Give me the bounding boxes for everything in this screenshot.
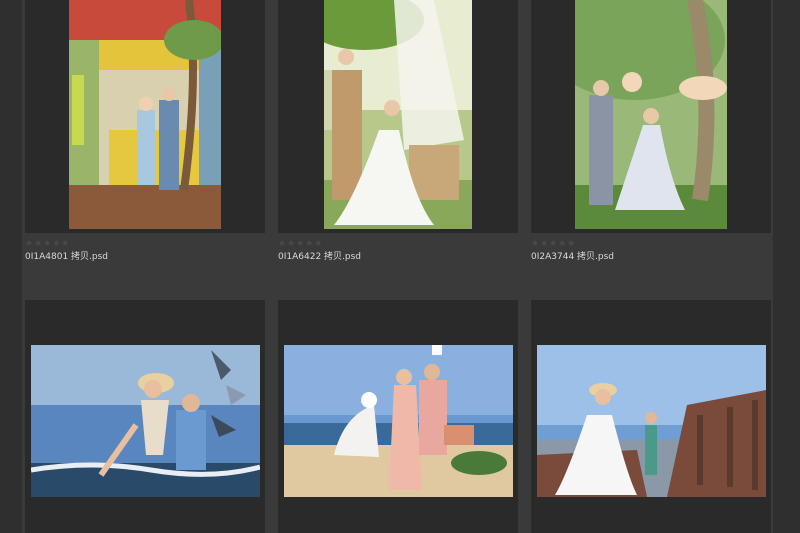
thumbnail-image[interactable] <box>575 0 727 229</box>
thumbnail-image[interactable] <box>284 345 513 497</box>
gallery-item[interactable] <box>25 0 265 233</box>
gallery-item[interactable] <box>25 300 265 533</box>
file-name: 0I1A6422 拷贝.psd <box>278 252 362 262</box>
file-name: 0I2A3744 拷贝.psd <box>531 252 615 262</box>
left-panel-edge <box>0 0 22 533</box>
gallery-item-meta: ★★★★★ 0I1A4801 拷贝.psd <box>25 239 265 263</box>
gallery-item-meta: ★★★★★ 0I2A3744 拷贝.psd <box>531 239 771 263</box>
thumbnail-image[interactable] <box>69 0 221 229</box>
gallery-item[interactable] <box>278 0 518 233</box>
gallery-item[interactable] <box>278 300 518 533</box>
thumbnail-image[interactable] <box>31 345 260 497</box>
file-name: 0I1A4801 拷贝.psd <box>25 252 109 262</box>
gallery-item-meta: ★★★★★ 0I1A6422 拷贝.psd <box>278 239 518 263</box>
rating-stars[interactable]: ★★★★★ <box>278 239 518 249</box>
right-scrollbar-track[interactable] <box>773 0 800 533</box>
thumbnail-image[interactable] <box>324 0 472 229</box>
rating-stars[interactable]: ★★★★★ <box>25 239 265 249</box>
gallery-item[interactable] <box>531 300 771 533</box>
rating-stars[interactable]: ★★★★★ <box>531 239 771 249</box>
gallery-item[interactable] <box>531 0 771 233</box>
thumbnail-image[interactable] <box>537 345 766 497</box>
